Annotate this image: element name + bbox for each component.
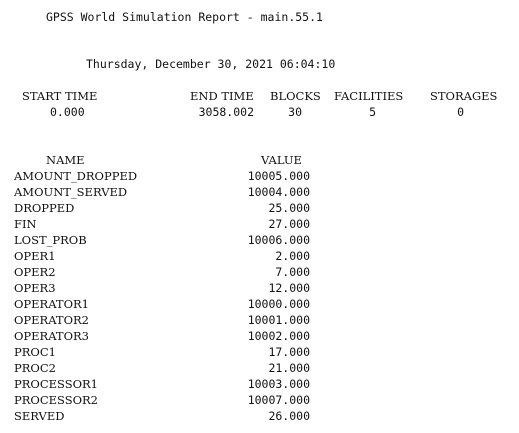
value-column-header: VALUE (261, 153, 302, 167)
row-value: 10005.000 (247, 169, 310, 183)
row-name: PROC2 (14, 361, 56, 375)
report-window: GPSS World Simulation Report - main.55.1… (0, 0, 519, 433)
facilities-value: 5 (369, 105, 376, 119)
blocks-value: 30 (288, 105, 302, 119)
row-value: 10003.000 (247, 377, 310, 391)
end-time-header: END TIME (190, 89, 254, 103)
name-column-header: NAME (46, 153, 85, 167)
row-name: PROC1 (14, 345, 56, 359)
report-title: GPSS World Simulation Report - main.55.1 (46, 10, 323, 24)
row-value: 10004.000 (247, 185, 310, 199)
end-time-value: 3058.002 (198, 105, 254, 119)
row-name: AMOUNT_SERVED (14, 185, 128, 199)
row-name: FIN (14, 217, 37, 231)
row-value: 21.000 (268, 361, 310, 375)
row-name: LOST_PROB (14, 233, 87, 247)
row-value: 17.000 (268, 345, 310, 359)
row-value: 12.000 (268, 281, 310, 295)
row-name: OPERATOR3 (14, 329, 89, 343)
start-time-header: START TIME (22, 89, 98, 103)
row-name: OPERATOR2 (14, 313, 89, 327)
blocks-header: BLOCKS (270, 89, 321, 103)
row-value: 10000.000 (247, 297, 310, 311)
row-name: AMOUNT_DROPPED (14, 169, 138, 183)
row-value: 27.000 (268, 217, 310, 231)
row-name: OPER2 (14, 265, 56, 279)
row-value: 10006.000 (247, 233, 310, 247)
storages-header: STORAGES (430, 89, 498, 103)
row-name: PROCESSOR2 (14, 393, 98, 407)
row-name: PROCESSOR1 (14, 377, 98, 391)
facilities-header: FACILITIES (334, 89, 404, 103)
row-name: OPER3 (14, 281, 56, 295)
row-value: 25.000 (268, 201, 310, 215)
row-name: OPER1 (14, 249, 56, 263)
row-value: 2.000 (275, 249, 310, 263)
row-value: 10002.000 (247, 329, 310, 343)
row-name: OPERATOR1 (14, 297, 89, 311)
row-value: 10001.000 (247, 313, 310, 327)
row-name: DROPPED (14, 201, 75, 215)
row-value: 10007.000 (247, 393, 310, 407)
row-value: 7.000 (275, 265, 310, 279)
report-datetime: Thursday, December 30, 2021 06:04:10 (86, 57, 336, 71)
row-name: SERVED (14, 409, 65, 423)
start-time-value: 0.000 (50, 105, 85, 119)
storages-value: 0 (457, 105, 464, 119)
row-value: 26.000 (268, 409, 310, 423)
